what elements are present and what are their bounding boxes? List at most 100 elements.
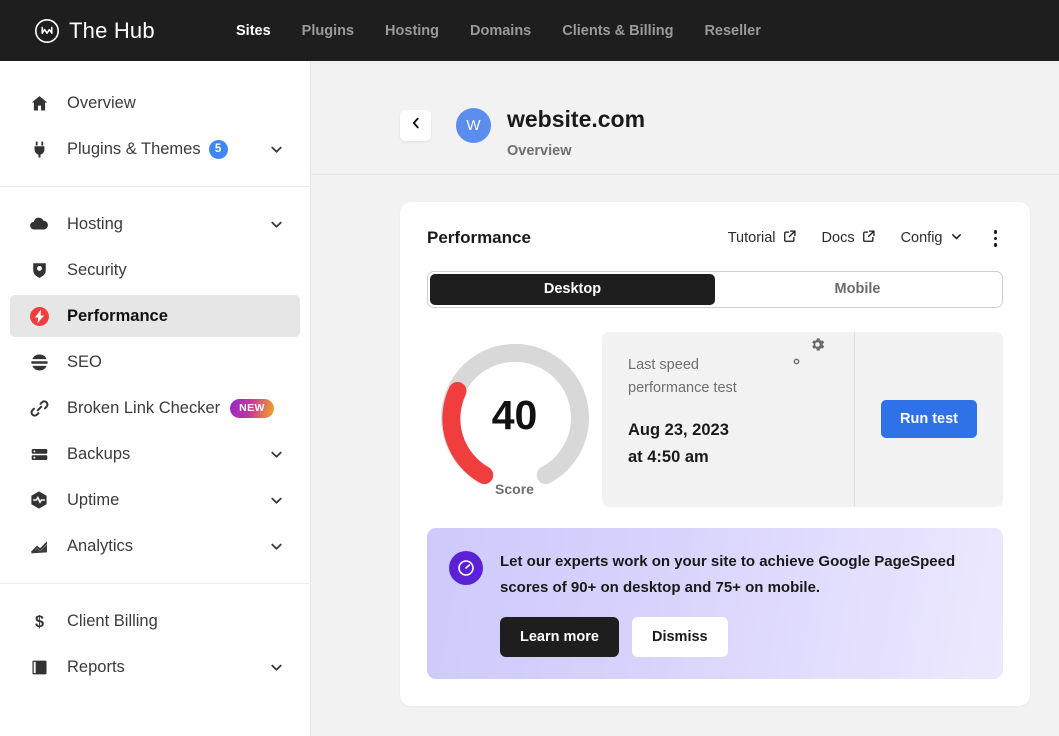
last-test-date: Aug 23, 2023 <box>628 417 834 443</box>
chevron-left-icon <box>409 116 423 135</box>
sidebar-item-label: Uptime <box>67 491 119 510</box>
sidebar-item-uptime[interactable]: Uptime <box>10 479 300 521</box>
sidebar-item-label: Performance <box>67 307 168 326</box>
dollar-icon: $ <box>28 612 50 631</box>
server-icon <box>28 445 50 464</box>
tab-mobile[interactable]: Mobile <box>715 274 1000 305</box>
sidebar-item-security[interactable]: Security <box>10 249 300 291</box>
chevron-down-icon[interactable] <box>269 142 284 157</box>
top-nav-links: Sites Plugins Hosting Domains Clients & … <box>236 23 761 39</box>
sidebar-item-overview[interactable]: Overview <box>10 82 300 124</box>
sidebar-divider-1 <box>0 186 310 187</box>
sidebar-group-primary: Overview Plugins & Themes 5 <box>0 82 310 170</box>
kebab-dot <box>994 237 998 241</box>
score-value: 40 <box>440 344 590 494</box>
page-header-inner: W website.com Overview <box>400 106 645 158</box>
config-dropdown-label: Config <box>901 230 943 246</box>
gear-icon[interactable] <box>788 353 826 375</box>
sidebar-item-broken-link-checker[interactable]: Broken Link Checker NEW <box>10 387 300 429</box>
kebab-dot <box>994 230 998 234</box>
top-nav-item-clients-billing[interactable]: Clients & Billing <box>562 23 673 39</box>
performance-card-header: Performance Tutorial Docs <box>427 228 1003 249</box>
brand-name: The Hub <box>69 18 155 44</box>
config-dropdown[interactable]: Config <box>901 230 963 247</box>
last-test-panel: Last speed performance test Aug 23, 2023… <box>602 332 1003 507</box>
sidebar-item-performance[interactable]: Performance <box>10 295 300 337</box>
score-gauge: 40 Score <box>440 344 590 494</box>
main-content: W website.com Overview Performance Tutor… <box>311 61 1059 736</box>
last-test-time: at 4:50 am <box>628 444 834 470</box>
cloud-icon <box>28 214 50 234</box>
top-nav-item-reseller[interactable]: Reseller <box>704 23 760 39</box>
last-test-info: Last speed performance test Aug 23, 2023… <box>602 332 854 507</box>
sidebar-item-reports[interactable]: Reports <box>10 646 300 688</box>
score-row: 40 Score Last speed performance test Aug… <box>427 332 1003 507</box>
sidebar: Overview Plugins & Themes 5 <box>0 61 311 736</box>
top-nav-item-hosting[interactable]: Hosting <box>385 23 439 39</box>
sidebar-item-seo[interactable]: SEO <box>10 341 300 383</box>
sidebar-item-analytics[interactable]: Analytics <box>10 525 300 567</box>
svg-text:$: $ <box>35 613 44 631</box>
chevron-down-icon[interactable] <box>269 493 284 508</box>
sidebar-item-hosting[interactable]: Hosting <box>10 203 300 245</box>
chevron-down-icon <box>950 230 963 247</box>
kebab-dot <box>994 243 998 247</box>
last-test-label: Last speed performance test <box>628 354 778 402</box>
sidebar-item-label: Reports <box>67 658 125 677</box>
docs-link[interactable]: Docs <box>822 229 876 247</box>
seo-icon <box>28 353 50 372</box>
sidebar-item-client-billing[interactable]: $ Client Billing <box>10 600 300 642</box>
plug-icon <box>28 140 50 159</box>
tab-desktop[interactable]: Desktop <box>430 274 715 305</box>
plugins-count-badge: 5 <box>209 140 228 159</box>
page-header: W website.com Overview <box>311 61 1059 175</box>
dismiss-button[interactable]: Dismiss <box>632 617 728 657</box>
chevron-down-icon[interactable] <box>269 660 284 675</box>
device-toggle: Desktop Mobile <box>427 271 1003 308</box>
shield-icon <box>28 261 50 280</box>
sidebar-item-plugins-themes[interactable]: Plugins & Themes 5 <box>10 128 300 170</box>
sidebar-group-site-tools: Hosting Security <box>0 203 310 567</box>
score-gauge-wrapper: 40 Score <box>427 332 602 507</box>
avatar: W <box>456 108 491 143</box>
top-nav-item-plugins[interactable]: Plugins <box>302 23 354 39</box>
docs-link-label: Docs <box>822 230 855 246</box>
promo-banner: Let our experts work on your site to ach… <box>427 528 1003 680</box>
book-icon <box>28 658 50 677</box>
promo-body: Let our experts work on your site to ach… <box>500 549 979 658</box>
more-vertical-icon[interactable] <box>988 228 1004 249</box>
learn-more-button[interactable]: Learn more <box>500 617 619 657</box>
speedometer-icon <box>449 551 483 585</box>
sidebar-item-label: Plugins & Themes <box>67 140 201 159</box>
sidebar-divider-2 <box>0 583 310 584</box>
sidebar-item-label: Broken Link Checker <box>67 399 220 418</box>
tutorial-link-label: Tutorial <box>728 230 776 246</box>
sidebar-item-label: Backups <box>67 445 130 464</box>
tutorial-link[interactable]: Tutorial <box>728 229 797 247</box>
sidebar-item-label: Analytics <box>67 537 133 556</box>
performance-card-title: Performance <box>427 228 531 248</box>
sidebar-item-label: Security <box>67 261 127 280</box>
page-subtitle: Overview <box>507 143 645 159</box>
new-badge: NEW <box>230 399 274 418</box>
top-nav-item-domains[interactable]: Domains <box>470 23 531 39</box>
sidebar-group-business: $ Client Billing Reports <box>0 600 310 688</box>
chevron-down-icon[interactable] <box>269 447 284 462</box>
hub-circle-logo-icon <box>34 18 60 44</box>
sidebar-item-label: Hosting <box>67 215 123 234</box>
chart-icon <box>28 536 50 556</box>
chevron-down-icon[interactable] <box>269 539 284 554</box>
link-icon <box>28 399 50 418</box>
sidebar-item-label: SEO <box>67 353 102 372</box>
top-nav-item-sites[interactable]: Sites <box>236 23 271 39</box>
chevron-down-icon[interactable] <box>269 217 284 232</box>
run-test-button[interactable]: Run test <box>881 400 977 438</box>
sidebar-item-label: Client Billing <box>67 612 158 631</box>
brand[interactable]: The Hub <box>34 18 209 44</box>
performance-card: Performance Tutorial Docs <box>400 202 1030 706</box>
sidebar-item-backups[interactable]: Backups <box>10 433 300 475</box>
external-link-icon <box>783 229 797 247</box>
page-title-block: website.com Overview <box>507 106 645 158</box>
promo-text: Let our experts work on your site to ach… <box>500 549 979 602</box>
back-button[interactable] <box>400 110 431 141</box>
